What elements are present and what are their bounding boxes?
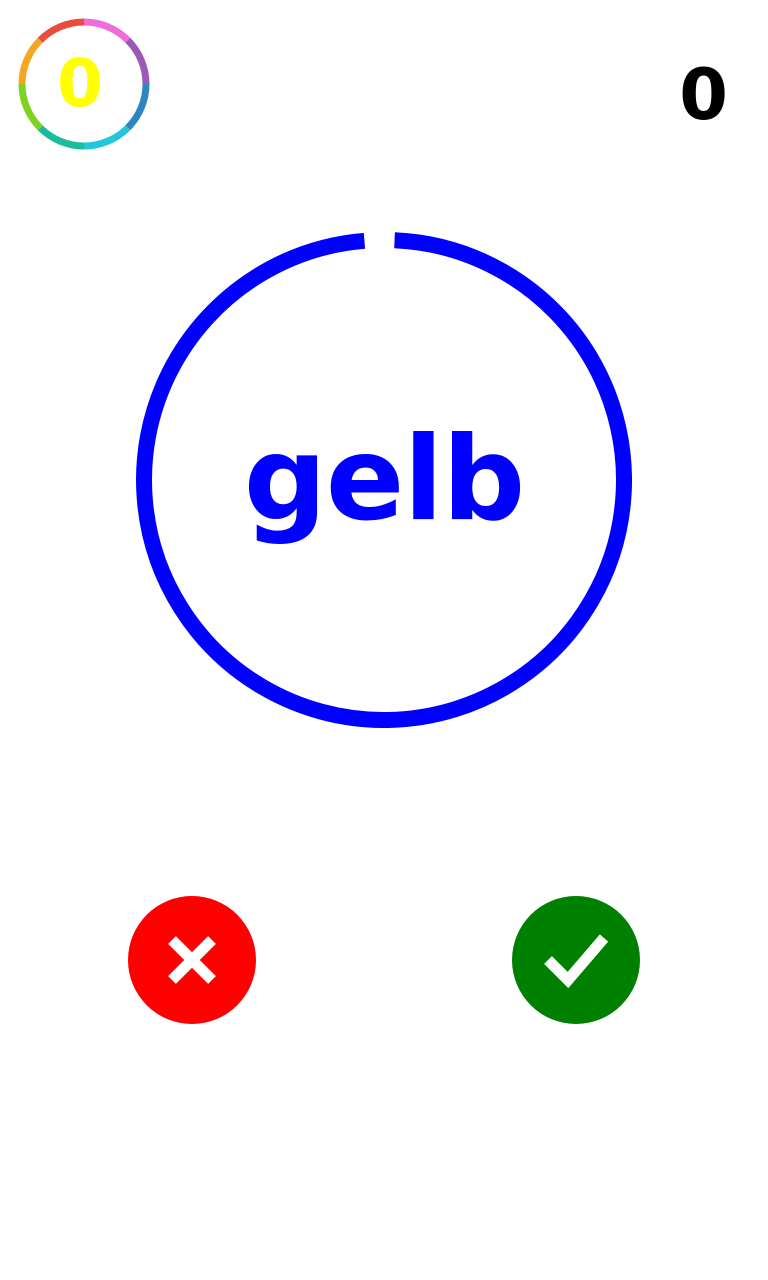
score-counter: 0 [679,54,728,136]
check-icon [544,934,609,989]
close-icon [168,936,216,984]
wrong-button[interactable] [128,896,256,1024]
correct-button[interactable] [512,896,640,1024]
timer-ring: gelb [136,232,632,728]
color-word: gelb [243,412,526,547]
streak-counter: 0 [57,45,103,122]
streak-badge: 0 [18,18,150,150]
